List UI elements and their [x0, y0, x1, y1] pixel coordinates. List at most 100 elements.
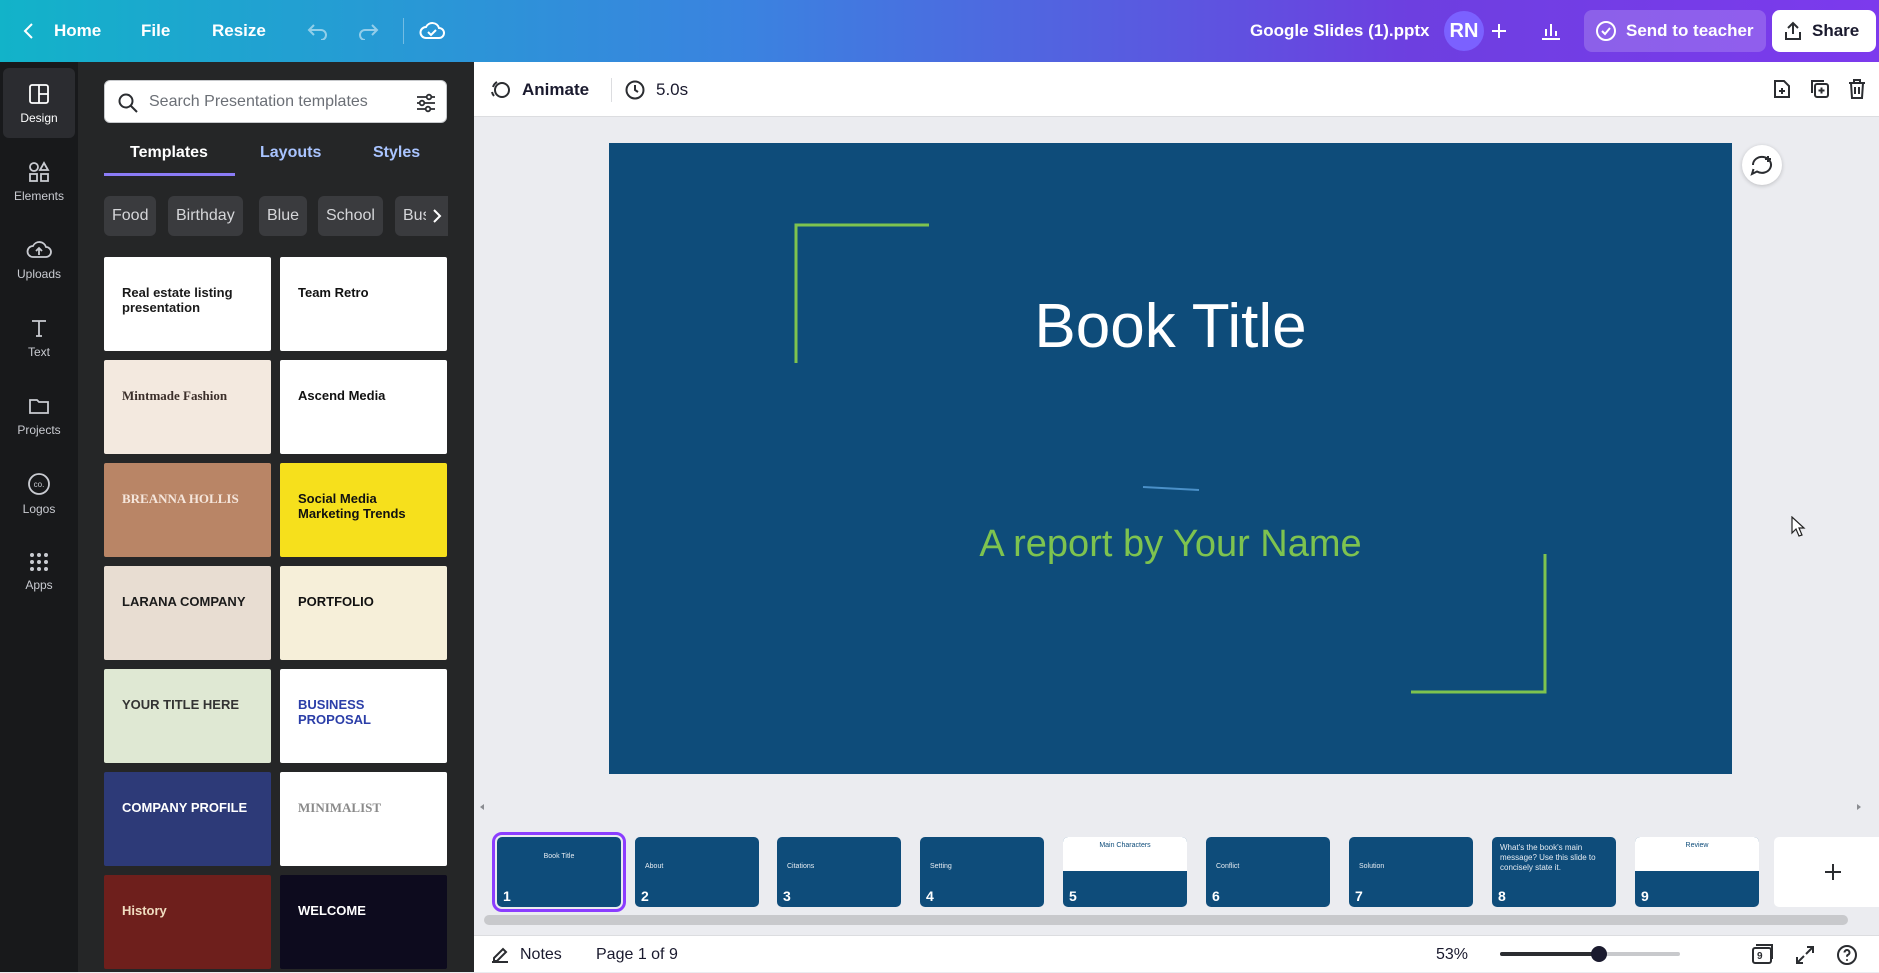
logos-icon: co.	[28, 472, 50, 495]
filter-sliders-icon[interactable]	[415, 92, 437, 114]
animate-button[interactable]: Animate	[490, 62, 589, 117]
rail-label-projects: Projects	[17, 422, 61, 437]
zoom-percentage[interactable]: 53%	[1436, 936, 1468, 973]
add-collaborator-button[interactable]	[1479, 11, 1519, 51]
template-thumbnail[interactable]: Ascend Media	[280, 360, 447, 454]
filmstrip-page-8[interactable]: What's the book's main message? Use this…	[1492, 837, 1616, 907]
rail-item-logos[interactable]: co. Logos	[3, 458, 75, 528]
rail-item-uploads[interactable]: Uploads	[3, 224, 75, 294]
filmstrip-page-3[interactable]: Citations 3	[777, 837, 901, 907]
filmstrip-scrollbar[interactable]	[484, 915, 1848, 925]
filmstrip-page-label: Review	[1685, 842, 1709, 849]
slide-subtitle[interactable]: A report by Your Name	[609, 523, 1732, 566]
filmstrip-page-number: 8	[1498, 888, 1506, 904]
duration-button[interactable]: 5.0s	[624, 62, 688, 117]
duplicate-page-button[interactable]	[1808, 77, 1832, 101]
notes-button[interactable]: Notes	[490, 936, 562, 973]
zoom-slider-knob[interactable]	[1591, 946, 1607, 962]
filmstrip-page-number: 9	[1641, 888, 1649, 904]
filmstrip-page-9[interactable]: Review 9	[1635, 837, 1759, 907]
rail-item-design[interactable]: Design	[3, 68, 75, 138]
plus-icon	[1825, 864, 1841, 880]
template-thumbnail[interactable]: Mintmade Fashion	[104, 360, 271, 454]
template-thumbnail[interactable]: LARANA COMPANY	[104, 566, 271, 660]
template-thumbnail[interactable]: BREANNA HOLLIS	[104, 463, 271, 557]
chip-blue[interactable]: Blue	[259, 196, 308, 236]
slide-title[interactable]: Book Title	[609, 291, 1732, 362]
template-title: COMPANY PROFILE	[122, 800, 248, 815]
duration-label: 5.0s	[656, 79, 689, 99]
pages-count: 9	[1757, 951, 1763, 962]
zoom-text: 53%	[1436, 945, 1469, 963]
chips-scroll-right-button[interactable]	[426, 196, 448, 236]
template-thumbnail[interactable]: Real estate listing presentation	[104, 257, 271, 351]
filmstrip-page-number: 4	[926, 888, 934, 904]
delete-page-button[interactable]	[1845, 77, 1869, 101]
chip-label: Birthday	[176, 207, 235, 224]
page-indicator-text: Page 1 of 9	[596, 945, 678, 963]
template-title: BUSINESS PROPOSAL	[298, 697, 371, 727]
rail-item-apps[interactable]: Apps	[3, 536, 75, 606]
filmstrip-page-6[interactable]: Conflict 6	[1206, 837, 1330, 907]
filmstrip-page-2[interactable]: About 2	[635, 837, 759, 907]
template-thumbnail[interactable]: MINIMALIST	[280, 772, 447, 866]
template-thumbnail[interactable]: BUSINESS PROPOSAL	[280, 669, 447, 763]
share-upload-icon	[1785, 21, 1801, 40]
undo-button[interactable]	[298, 11, 338, 51]
chip-birthday[interactable]: Birthday	[168, 196, 243, 236]
add-page-button[interactable]	[1770, 77, 1794, 101]
rail-label-elements: Elements	[13, 188, 65, 203]
avatar[interactable]: RN	[1444, 11, 1484, 51]
zoom-slider[interactable]	[1500, 946, 1680, 962]
home-button[interactable]: Home	[22, 0, 101, 62]
add-comment-button[interactable]	[1742, 145, 1782, 185]
slide-canvas[interactable]: Book Title A report by Your Name	[609, 143, 1732, 774]
template-thumbnail[interactable]: Team Retro	[280, 257, 447, 351]
filmstrip-page-number: 5	[1069, 888, 1077, 904]
file-menu[interactable]: File	[141, 0, 170, 62]
rail-item-projects[interactable]: Projects	[3, 380, 75, 450]
rail-label-uploads: Uploads	[16, 266, 62, 281]
filmstrip-page-1[interactable]: Book Title 1	[492, 832, 626, 912]
resize-button[interactable]: Resize	[212, 0, 266, 62]
chip-school[interactable]: School	[318, 196, 383, 236]
document-title[interactable]: Google Slides (1).pptx	[1250, 0, 1429, 62]
rail-label-logos: Logos	[22, 501, 56, 516]
rail-item-elements[interactable]: Elements	[3, 146, 75, 216]
help-button[interactable]	[1835, 943, 1859, 967]
fullscreen-button[interactable]	[1794, 944, 1816, 966]
save-status-button[interactable]	[412, 11, 452, 51]
text-icon	[32, 319, 46, 337]
trash-icon	[1849, 79, 1865, 99]
insights-button[interactable]	[1531, 11, 1571, 51]
filmstrip-page-label: Setting	[930, 863, 952, 870]
tab-layouts[interactable]: Layouts	[260, 144, 321, 162]
rail-item-text[interactable]: Text	[3, 302, 75, 372]
template-thumbnail[interactable]: WELCOME	[280, 875, 447, 969]
tab-styles[interactable]: Styles	[373, 144, 420, 162]
redo-button[interactable]	[348, 11, 388, 51]
share-button[interactable]: Share	[1772, 10, 1876, 52]
rail-label-apps: Apps	[25, 577, 53, 592]
share-label: Share	[1812, 21, 1860, 40]
uploads-icon	[26, 240, 52, 258]
template-thumbnail[interactable]: History	[104, 875, 271, 969]
template-search-input[interactable]: Search Presentation templates	[104, 80, 447, 123]
filmstrip-page-7[interactable]: Solution 7	[1349, 837, 1473, 907]
filmstrip-page-4[interactable]: Setting 4	[920, 837, 1044, 907]
template-title: Team Retro	[298, 285, 369, 300]
clock-icon	[625, 80, 645, 99]
side-rail: Design Elements Uploads Text Projects co…	[0, 62, 78, 972]
tab-templates[interactable]: Templates	[130, 144, 208, 162]
filmstrip-page-5[interactable]: Main Characters 5	[1063, 837, 1187, 907]
add-page-filmstrip-button[interactable]	[1774, 837, 1879, 907]
template-thumbnail[interactable]: COMPANY PROFILE	[104, 772, 271, 866]
apps-icon	[30, 552, 48, 571]
template-thumbnail[interactable]: PORTFOLIO	[280, 566, 447, 660]
design-icon	[29, 83, 49, 104]
template-thumbnail[interactable]: Social Media Marketing Trends	[280, 463, 447, 557]
chip-food[interactable]: Food	[104, 196, 157, 236]
grid-view-button[interactable]: 9	[1749, 942, 1775, 966]
send-to-teacher-button[interactable]: Send to teacher	[1584, 10, 1766, 52]
template-thumbnail[interactable]: YOUR TITLE HERE	[104, 669, 271, 763]
